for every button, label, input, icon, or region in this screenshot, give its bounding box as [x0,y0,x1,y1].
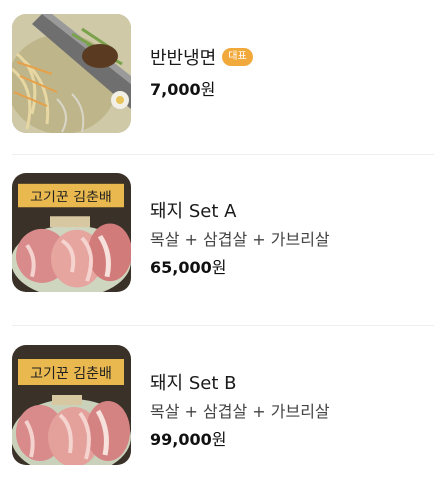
price-value: 99,000 [150,430,212,449]
item-price: 7,000원 [150,76,432,100]
price-currency: 원 [211,430,227,449]
menu-list: 반반냉면 대표 7,000원 고기꾼 김춘배 돼지 Set A 목살 + 삼겹살… [0,0,442,495]
item-price: 99,000원 [150,426,432,450]
divider [12,325,434,326]
item-info: 반반냉면 대표 7,000원 [150,42,432,100]
price-currency: 원 [200,80,216,99]
item-name: 돼지 Set A [150,201,237,222]
menu-item-pork-set-a[interactable]: 고기꾼 김춘배 돼지 Set A 목살 + 삼겹살 + 가브리살 65,000원 [0,173,442,305]
item-info: 돼지 Set A 목살 + 삼겹살 + 가브리살 65,000원 [150,195,432,278]
sign-text: 고기꾼 김춘배 [30,366,112,382]
price-currency: 원 [211,258,227,277]
menu-item-pork-set-b[interactable]: 고기꾼 김춘배 돼지 Set B 목살 + 삼겹살 + 가브리살 99,000원 [0,345,442,480]
signature-badge: 대표 [222,48,253,66]
item-description: 목살 + 삼겹살 + 가브리살 [150,402,330,421]
item-info: 돼지 Set B 목살 + 삼겹살 + 가브리살 99,000원 [150,367,432,450]
naengmyeon-photo[interactable] [12,14,131,133]
price-value: 65,000 [150,258,212,277]
name-row: 돼지 Set B [150,367,432,397]
pork-set-b-photo[interactable]: 고기꾼 김춘배 [12,345,131,465]
name-row: 반반냉면 대표 [150,42,432,72]
item-description: 목살 + 삼겹살 + 가브리살 [150,230,330,249]
item-price: 65,000원 [150,254,432,278]
sign-text: 고기꾼 김춘배 [30,190,112,205]
divider [12,154,434,155]
item-name: 반반냉면 [150,48,217,69]
price-value: 7,000 [150,80,201,99]
item-name: 돼지 Set B [150,373,237,394]
pork-set-a-photo[interactable]: 고기꾼 김춘배 [12,173,131,292]
name-row: 돼지 Set A [150,195,432,225]
menu-item-naengmyeon[interactable]: 반반냉면 대표 7,000원 [0,14,442,134]
